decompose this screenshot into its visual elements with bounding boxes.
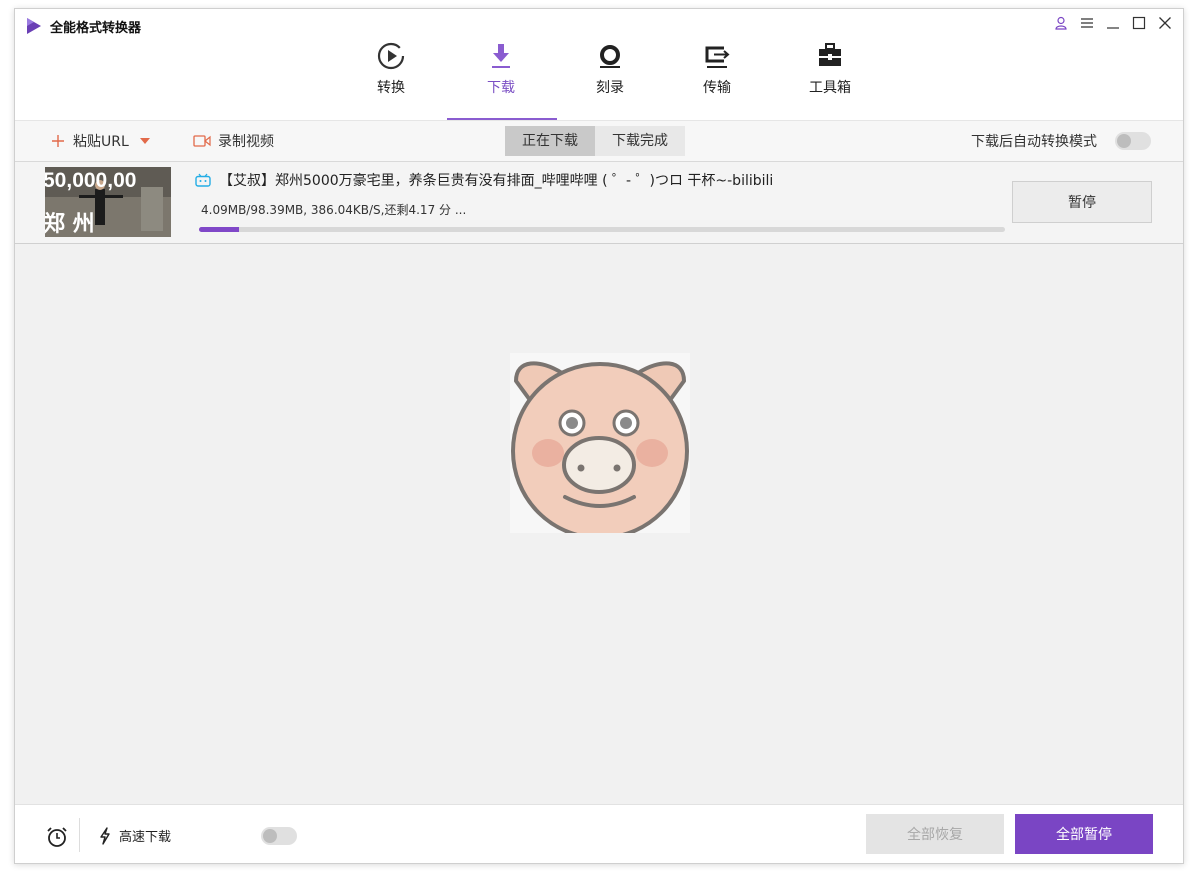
high-speed-download: 高速下载: [99, 826, 171, 845]
account-button[interactable]: [1051, 13, 1071, 33]
high-speed-label: 高速下载: [119, 830, 172, 845]
download-title-row: 【艾叔】郑州5000万豪宅里，养条巨贵有没有排面_哔哩哔哩 ( ゜- ゜)つロ …: [195, 170, 773, 190]
thumbnail-image: 50,000,00 郑 州: [45, 167, 171, 237]
toggle-knob: [1117, 134, 1131, 148]
download-status-segment: 正在下载 下载完成: [505, 126, 685, 156]
close-button[interactable]: [1155, 13, 1175, 33]
menu-button[interactable]: [1077, 13, 1097, 33]
download-list-area: [15, 244, 1183, 804]
app-title: 全能格式转换器: [50, 21, 142, 36]
user-icon: [1055, 16, 1067, 30]
download-progress-bar: [199, 227, 1005, 232]
main-nav: 转换 下载 刻录 传输 工具箱: [15, 39, 1183, 121]
tab-transfer[interactable]: 传输: [667, 39, 767, 121]
paste-url-dropdown[interactable]: [140, 121, 150, 161]
video-thumbnail: 50,000,00 郑 州: [45, 167, 171, 237]
record-video-button[interactable]: 录制视频: [193, 121, 274, 161]
resume-all-button[interactable]: 全部恢复: [866, 814, 1004, 854]
pig-mascot-image: [510, 353, 690, 533]
tab-transfer-label: 传输: [703, 80, 731, 96]
segment-completed[interactable]: 下载完成: [595, 126, 685, 156]
download-toolbar: 粘贴URL 录制视频 正在下载 下载完成 下载后自动转换模式: [15, 121, 1183, 161]
bilibili-icon: [195, 173, 211, 187]
download-item[interactable]: 50,000,00 郑 州 【艾叔】郑州5000万豪宅里，养条巨贵有没有排面_哔…: [15, 162, 1183, 244]
toggle-knob: [263, 829, 277, 843]
plus-icon: [52, 135, 64, 147]
tab-burn[interactable]: 刻录: [560, 39, 660, 121]
window-controls: [1051, 13, 1175, 33]
paste-url-label: 粘贴URL: [73, 134, 129, 150]
app-logo-icon: [27, 18, 41, 34]
minimize-button[interactable]: [1103, 13, 1123, 33]
alarm-clock-icon[interactable]: [45, 825, 69, 849]
bottom-divider: [79, 818, 80, 852]
transfer-icon: [705, 46, 730, 68]
tab-toolbox-label: 工具箱: [809, 80, 851, 96]
maximize-button[interactable]: [1129, 13, 1149, 33]
auto-convert-toggle[interactable]: [1115, 132, 1151, 150]
menu-icon: [1081, 18, 1093, 28]
app-window: 全能格式转换器 转换 下载 刻录 传输 工具箱 粘贴URL 录制视频 正在下载 …: [14, 8, 1184, 864]
convert-icon: [377, 42, 405, 70]
pause-button[interactable]: 暂停: [1012, 181, 1152, 223]
progress-fill: [199, 227, 240, 232]
tab-download-label: 下载: [487, 80, 515, 96]
thumbnail-top-text: 50,000,00: [45, 169, 136, 192]
paste-url-button[interactable]: 粘贴URL: [51, 121, 129, 161]
pause-all-button[interactable]: 全部暂停: [1015, 814, 1153, 854]
tab-convert[interactable]: 转换: [341, 39, 441, 121]
toolbox-icon: [819, 43, 841, 66]
record-video-label: 录制视频: [218, 134, 274, 150]
download-title: 【艾叔】郑州5000万豪宅里，养条巨贵有没有排面_哔哩哔哩 ( ゜- ゜)つロ …: [219, 173, 774, 189]
video-camera-icon: [193, 135, 211, 147]
tab-convert-label: 转换: [377, 80, 405, 96]
high-speed-toggle[interactable]: [261, 827, 297, 845]
download-icon: [492, 44, 510, 68]
minimize-icon: [1107, 27, 1119, 29]
download-status: 4.09MB/98.39MB, 386.04KB/S,还剩4.17 分 ...: [201, 203, 467, 217]
bottom-bar: 高速下载 全部恢复 全部暂停: [15, 804, 1183, 863]
burn-icon: [600, 45, 620, 68]
auto-convert-label: 下载后自动转换模式: [971, 134, 1097, 150]
tab-download[interactable]: 下载: [451, 39, 551, 121]
close-icon: [1159, 17, 1171, 29]
lightning-icon: [100, 826, 110, 845]
tab-toolbox[interactable]: 工具箱: [780, 39, 880, 121]
tab-burn-label: 刻录: [596, 80, 624, 96]
thumbnail-bottom-text: 郑 州: [45, 212, 95, 237]
caret-down-icon: [140, 138, 150, 144]
maximize-icon: [1132, 16, 1146, 30]
segment-downloading[interactable]: 正在下载: [505, 126, 595, 156]
